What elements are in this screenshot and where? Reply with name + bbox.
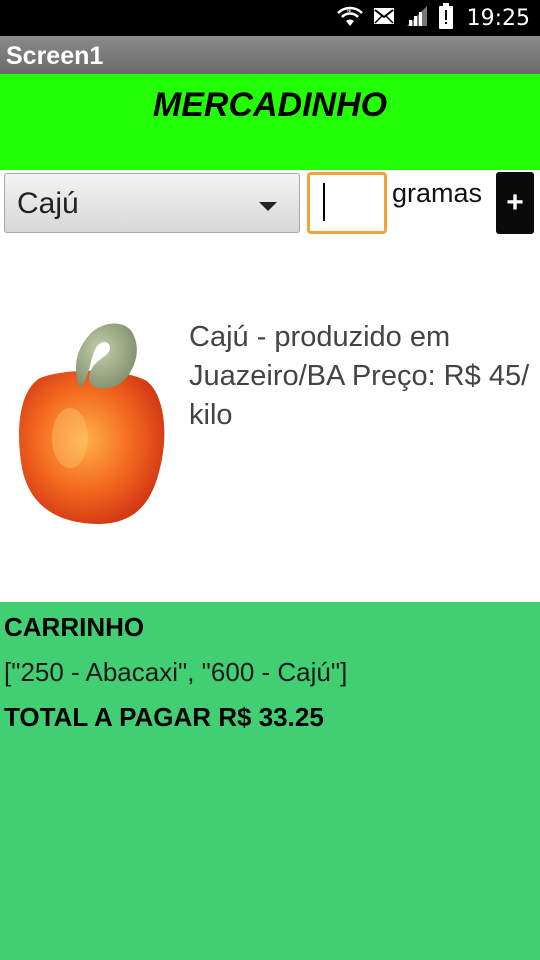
svg-text:⇅: ⇅ xyxy=(346,6,352,14)
mail-icon xyxy=(373,6,395,31)
app-header: MERCADINHO xyxy=(0,74,540,170)
quantity-input[interactable] xyxy=(307,172,387,234)
product-select[interactable]: Cajú xyxy=(4,173,300,233)
battery-alert-icon xyxy=(438,2,453,34)
status-time: 19:25 xyxy=(466,5,530,31)
cart-total: TOTAL A PAGAR R$ 33.25 xyxy=(4,702,324,732)
status-bar: ⇅ 19:25 xyxy=(0,0,540,36)
wifi-icon: ⇅ xyxy=(336,4,363,33)
cart-panel: CARRINHO ["250 - Abacaxi", "600 - Cajú"]… xyxy=(0,602,540,960)
add-to-cart-button[interactable]: + xyxy=(496,172,534,234)
dropdown-arrow-icon xyxy=(259,202,277,211)
screen-title: Screen1 xyxy=(6,42,104,70)
cart-title: CARRINHO xyxy=(4,612,145,642)
cashew-fruit-image xyxy=(10,318,180,526)
product-description: Cajú - produzido em Juazeiro/BA Preço: R… xyxy=(189,321,530,431)
status-icons: ⇅ 19:25 xyxy=(336,0,530,36)
title-bar: Screen1 xyxy=(0,36,540,74)
text-cursor xyxy=(323,183,325,221)
app-title: MERCADINHO xyxy=(152,86,388,124)
signal-icon xyxy=(405,4,429,33)
product-select-value: Cajú xyxy=(17,187,79,220)
unit-label: gramas xyxy=(392,178,483,208)
cart-items: ["250 - Abacaxi", "600 - Cajú"] xyxy=(4,657,348,687)
